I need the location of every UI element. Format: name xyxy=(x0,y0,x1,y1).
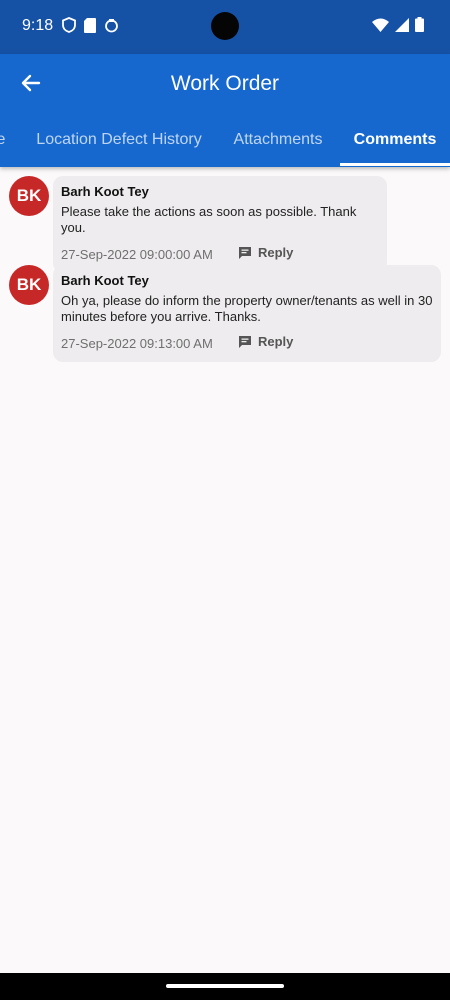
sd-card-icon xyxy=(84,17,96,33)
status-bar: 9:18 xyxy=(0,0,450,54)
comment-bubble: Barh Koot Tey Please take the actions as… xyxy=(53,176,387,273)
comment-author: Barh Koot Tey xyxy=(61,273,149,288)
comment-timestamp: 27-Sep-2022 09:00:00 AM xyxy=(61,247,213,262)
comment-meta: 27-Sep-2022 09:00:00 AM Reply xyxy=(61,245,379,263)
home-handle[interactable] xyxy=(166,984,284,988)
avatar: BK xyxy=(9,265,49,305)
status-time: 9:18 xyxy=(22,17,54,34)
comment-icon xyxy=(239,246,251,259)
tab-indicator xyxy=(340,163,450,166)
comment-meta: 27-Sep-2022 09:13:00 AM Reply xyxy=(61,334,433,352)
reply-button[interactable]: Reply xyxy=(238,245,293,260)
comment-author: Barh Koot Tey xyxy=(61,184,149,199)
tab-previous[interactable]: e xyxy=(0,113,8,167)
camera-cutout xyxy=(211,12,239,40)
wifi-icon xyxy=(372,18,389,32)
navigation-bar xyxy=(0,973,450,1000)
comment-timestamp: 27-Sep-2022 09:13:00 AM xyxy=(61,336,213,351)
comment-text: Oh ya, please do inform the property own… xyxy=(61,293,433,324)
shield-icon xyxy=(62,17,76,33)
tab-comments[interactable]: Comments xyxy=(340,113,450,167)
app-bar: Work Order e Location Defect History Att… xyxy=(0,54,450,167)
signal-icon xyxy=(395,17,409,32)
status-icons-right xyxy=(372,17,424,32)
page-title: Work Order xyxy=(170,72,280,95)
tab-attachments[interactable]: Attachments xyxy=(222,113,334,167)
avatar: BK xyxy=(9,176,49,216)
comment-icon xyxy=(239,335,251,348)
tab-location-defect-history[interactable]: Location Defect History xyxy=(30,113,208,167)
comment-bubble: Barh Koot Tey Oh ya, please do inform th… xyxy=(53,265,441,362)
reply-button[interactable]: Reply xyxy=(238,334,293,349)
sync-icon xyxy=(105,18,118,32)
reply-label: Reply xyxy=(258,334,294,349)
reply-label: Reply xyxy=(258,245,294,260)
comment-text: Please take the actions as soon as possi… xyxy=(61,204,357,235)
battery-icon xyxy=(415,17,424,32)
status-icons-left xyxy=(62,17,119,33)
tab-bar: e Location Defect History Attachments Co… xyxy=(0,113,450,167)
